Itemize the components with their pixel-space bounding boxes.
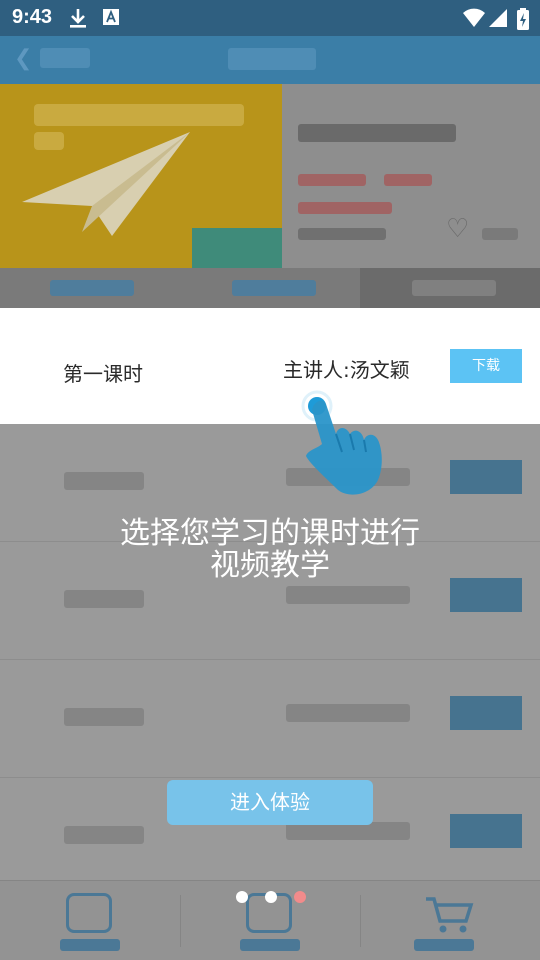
course-tabs xyxy=(0,268,540,308)
course-thumbnail xyxy=(0,84,282,268)
highlighted-lesson-row[interactable]: 第一课时 主讲人:汤文颖 下载 xyxy=(0,308,540,424)
battery-charging-icon xyxy=(516,7,530,35)
onboarding-guide-text: 选择您学习的课时进行 视频教学 xyxy=(0,518,540,582)
course-price-placeholder xyxy=(298,174,366,186)
nav-cart-label-placeholder xyxy=(414,939,474,951)
nav-home-label-placeholder xyxy=(60,939,120,951)
thumbnail-accent-block xyxy=(192,228,282,268)
course-info-placeholder xyxy=(298,228,386,240)
a-notification-icon xyxy=(102,7,120,31)
lesson-name-placeholder xyxy=(64,472,144,490)
lesson-download-button[interactable] xyxy=(450,696,522,730)
pager-dot[interactable] xyxy=(236,891,248,903)
guide-line-1: 选择您学习的课时进行 xyxy=(120,516,420,551)
status-time: 9:43 xyxy=(12,6,53,28)
lesson-speaker: 主讲人:汤文颖 xyxy=(283,358,410,382)
course-meta-placeholder xyxy=(298,202,392,214)
lesson-name-placeholder xyxy=(64,708,144,726)
tab-3-placeholder[interactable] xyxy=(412,280,496,296)
status-bar: 9:43 xyxy=(0,0,540,36)
favorite-heart-icon[interactable]: ♡ xyxy=(446,214,469,244)
cell-signal-icon xyxy=(488,7,508,33)
nav-course-label-placeholder xyxy=(240,939,300,951)
lesson-speaker-placeholder xyxy=(286,704,410,722)
header-title-placeholder xyxy=(228,48,316,70)
course-price-placeholder xyxy=(384,174,432,186)
tab-1-placeholder[interactable] xyxy=(50,280,134,296)
back-arrow-icon[interactable]: ❮ xyxy=(14,46,32,71)
wifi-icon xyxy=(462,7,486,33)
paper-plane-icon xyxy=(22,132,190,236)
guide-line-2: 视频教学 xyxy=(210,548,330,583)
lesson-download-button[interactable] xyxy=(450,578,522,612)
enter-experience-button[interactable]: 进入体验 xyxy=(167,780,373,825)
pager-dots xyxy=(0,890,540,904)
pager-dot-active[interactable] xyxy=(294,891,306,903)
tab-2-placeholder[interactable] xyxy=(232,280,316,296)
lesson-row[interactable] xyxy=(0,660,540,778)
lesson-speaker-placeholder xyxy=(286,586,410,604)
lesson-download-button[interactable] xyxy=(450,814,522,848)
download-button[interactable]: 下载 xyxy=(450,349,522,383)
pager-dot[interactable] xyxy=(265,891,277,903)
lesson-name-placeholder xyxy=(64,826,144,844)
app-header: ❮ xyxy=(0,36,540,84)
lesson-name-placeholder xyxy=(64,590,144,608)
thumbnail-text-placeholder xyxy=(34,104,244,126)
tap-hand-pointer-icon xyxy=(301,390,382,495)
download-icon xyxy=(68,7,88,33)
back-label-placeholder xyxy=(40,48,90,68)
course-card: ♡ xyxy=(0,84,540,268)
lesson-title: 第一课时 xyxy=(63,362,143,386)
favorite-count-placeholder xyxy=(482,228,518,240)
lesson-download-button[interactable] xyxy=(450,460,522,494)
course-title-placeholder xyxy=(298,124,456,142)
